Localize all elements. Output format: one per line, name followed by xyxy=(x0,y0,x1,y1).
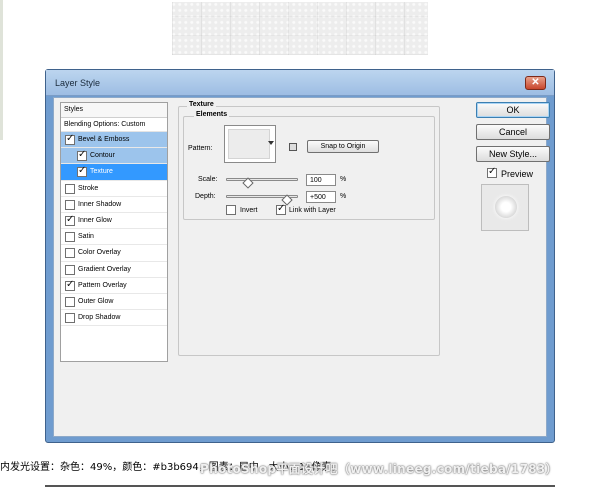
style-item-label: Contour xyxy=(90,152,115,160)
background-strip xyxy=(0,0,3,140)
style-checkbox[interactable] xyxy=(65,296,75,307)
dialog-body: Styles Blending Options: Custom Bevel & … xyxy=(53,97,550,437)
close-button[interactable]: ✕ xyxy=(525,76,546,90)
style-checkbox[interactable] xyxy=(65,183,75,194)
style-item-satin[interactable]: Satin xyxy=(61,229,167,246)
dialog-titlebar[interactable]: Layer Style ✕ xyxy=(46,70,554,96)
style-item-label: Color Overlay xyxy=(78,249,121,257)
style-item-drop-shadow[interactable]: Drop Shadow xyxy=(61,310,167,327)
style-item-label: Inner Glow xyxy=(78,216,112,224)
blending-options-item[interactable]: Blending Options: Custom xyxy=(61,118,167,132)
style-item-label: Texture xyxy=(90,168,113,176)
snap-to-origin-button[interactable]: Snap to Origin xyxy=(307,140,379,153)
bottom-divider xyxy=(45,485,555,487)
style-checkbox[interactable] xyxy=(65,248,75,259)
scale-unit: % xyxy=(340,176,347,183)
dialog-title: Layer Style xyxy=(55,78,101,88)
scale-input[interactable]: 100 xyxy=(306,174,336,186)
style-item-label: Outer Glow xyxy=(78,297,114,305)
new-style-button[interactable]: New Style... xyxy=(476,146,550,162)
style-checkbox[interactable] xyxy=(77,165,87,178)
elements-group-title: Elements xyxy=(194,111,230,118)
link-with-layer-label: Link with Layer xyxy=(289,207,336,214)
style-item-label: Drop Shadow xyxy=(78,314,121,322)
texture-swatch-image xyxy=(172,2,428,55)
invert-label: Invert xyxy=(240,207,258,214)
preview-checkbox[interactable] xyxy=(487,166,497,178)
preview-label: Preview xyxy=(501,169,534,179)
style-checkbox[interactable] xyxy=(65,133,75,145)
style-item-color-overlay[interactable]: Color Overlay xyxy=(61,245,167,262)
style-preview-thumbnail xyxy=(481,184,529,231)
style-checkbox[interactable] xyxy=(65,264,75,275)
style-item-label: Inner Shadow xyxy=(78,200,122,208)
style-item-label: Bevel & Emboss xyxy=(78,136,130,143)
style-item-texture[interactable]: Texture xyxy=(61,164,167,181)
style-item-contour[interactable]: Contour xyxy=(61,148,167,165)
preview-glow-shape xyxy=(495,196,517,218)
style-item-pattern-overlay[interactable]: Pattern Overlay xyxy=(61,278,167,294)
texture-group-title: Texture xyxy=(187,101,216,108)
styles-header[interactable]: Styles xyxy=(61,103,167,118)
style-item-stroke[interactable]: Stroke xyxy=(61,181,167,197)
style-checkbox[interactable] xyxy=(65,214,75,226)
style-checkbox[interactable] xyxy=(65,199,75,210)
style-item-gradient-overlay[interactable]: Gradient Overlay xyxy=(61,262,167,278)
pattern-swatch xyxy=(228,129,270,159)
elements-group: Elements Pattern: Snap to Origin Scale: … xyxy=(183,111,435,220)
style-item-inner-glow[interactable]: Inner Glow xyxy=(61,213,167,230)
styles-list: Styles Blending Options: Custom Bevel & … xyxy=(60,102,168,362)
style-checkbox[interactable] xyxy=(65,279,75,291)
scale-slider[interactable] xyxy=(226,178,298,181)
style-item-inner-shadow[interactable]: Inner Shadow xyxy=(61,197,167,213)
layer-style-dialog: Layer Style ✕ Styles Blending Options: C… xyxy=(45,69,555,443)
pattern-dropdown-arrow-icon[interactable] xyxy=(268,141,274,145)
link-with-layer-checkbox[interactable] xyxy=(276,203,286,215)
depth-input[interactable]: +500 xyxy=(306,191,336,203)
style-checkbox[interactable] xyxy=(65,232,75,243)
style-item-outer-glow[interactable]: Outer Glow xyxy=(61,294,167,311)
style-item-label: Satin xyxy=(78,233,94,241)
watermark-text: PhotoShop平面设计吧（www.lineeg.com/tieba/1783… xyxy=(200,462,558,476)
style-item-label: Stroke xyxy=(78,184,99,192)
cancel-button[interactable]: Cancel xyxy=(476,124,550,140)
pattern-picker[interactable] xyxy=(224,125,276,163)
style-items: Bevel & Emboss Contour Texture Stroke Inner … xyxy=(61,132,167,327)
invert-checkbox[interactable] xyxy=(226,205,236,215)
style-item-bevel-emboss[interactable]: Bevel & Emboss xyxy=(61,132,167,149)
style-item-label: Pattern Overlay xyxy=(78,281,127,289)
depth-unit: % xyxy=(340,193,347,200)
ok-button[interactable]: OK xyxy=(476,102,550,118)
scale-label: Scale: xyxy=(198,176,218,183)
texture-group: Texture Elements Pattern: Snap to Origin… xyxy=(178,101,440,356)
style-checkbox[interactable] xyxy=(65,313,75,324)
depth-label: Depth: xyxy=(195,193,216,200)
style-item-label: Gradient Overlay xyxy=(78,265,131,273)
new-preset-icon[interactable] xyxy=(289,143,297,151)
style-checkbox[interactable] xyxy=(77,149,87,162)
pattern-label: Pattern: xyxy=(188,145,213,152)
